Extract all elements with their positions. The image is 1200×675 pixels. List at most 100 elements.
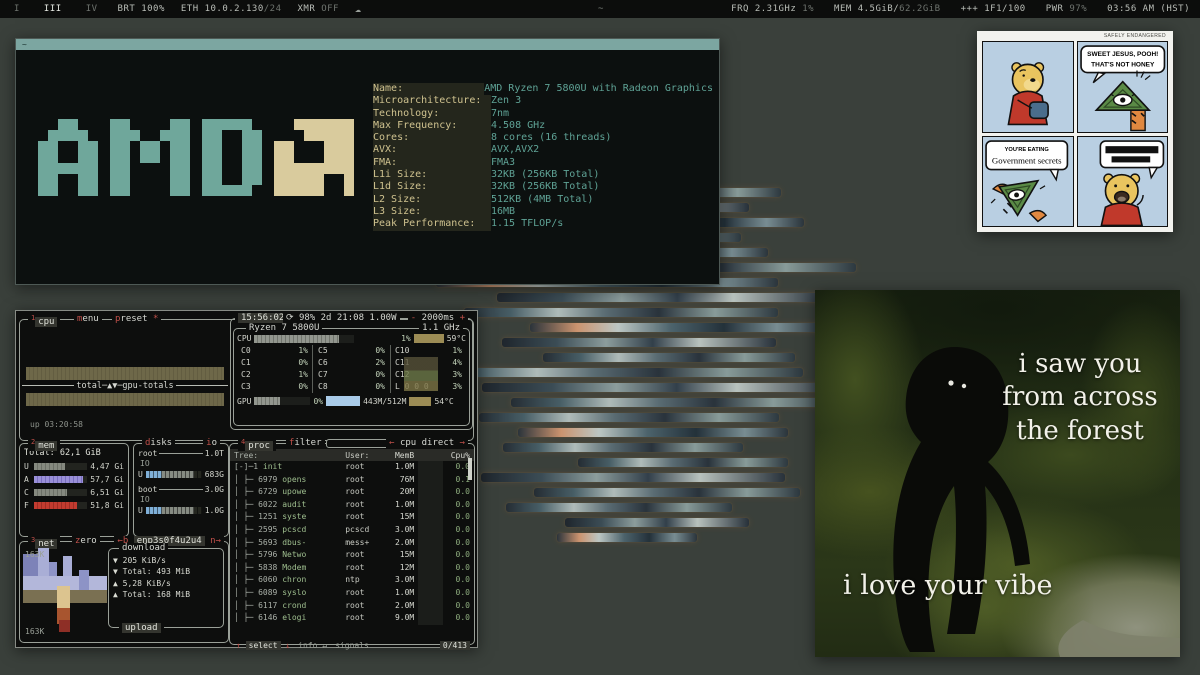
mem-row-key: F — [24, 501, 31, 510]
net-stat-row: ▲ 5,28 KiB/s — [109, 576, 223, 588]
cpu-usage-bar — [254, 335, 354, 343]
net-zero-button[interactable]: zero — [72, 536, 100, 546]
process-mem: 12M — [382, 562, 415, 575]
filter-button[interactable]: filter — [286, 438, 325, 448]
process-row[interactable]: │ ├─ 1251 syste root 15M 0.0 — [230, 511, 474, 524]
process-row[interactable]: │ ├─ 6022 audit root 1.0M 0.0 — [230, 499, 474, 512]
core-pct: 1% — [452, 345, 462, 357]
glitch-strip — [482, 383, 836, 392]
workspace-3[interactable]: III — [40, 4, 66, 14]
preset-button[interactable]: preset * — [112, 314, 161, 324]
core-cell: C3 0% — [236, 381, 313, 393]
workspace-4[interactable]: IV — [82, 4, 102, 14]
gpu-usage-bar — [254, 397, 310, 405]
status-bar: I III IV BRT 100% ETH 10.0.2.130/24 XMR … — [0, 0, 1200, 18]
process-cpu: 0.0 — [443, 587, 470, 600]
process-tree: │ ├─ 6117 — [234, 601, 277, 610]
cpu-temp-graph — [414, 334, 444, 343]
process-cpu: 0.1 — [443, 474, 470, 487]
cpu-model-label: Ryzen 7 5800U — [246, 323, 322, 333]
process-row[interactable]: │ ├─ 6117 crond root 2.0M 0.0 — [230, 600, 474, 613]
core-pct: 4% — [452, 357, 462, 369]
process-user: root — [345, 461, 381, 474]
mem-row: C 6,51 Gi — [20, 486, 128, 499]
menu-button[interactable]: menu — [74, 314, 102, 324]
net-stat-row: ▼ Total: 493 MiB — [109, 565, 223, 577]
process-row[interactable]: │ ├─ 5796 Netwo root 15M 0.0 — [230, 549, 474, 562]
spec-value: 1.15 TFLOP/s — [491, 218, 563, 230]
process-name: audit — [282, 500, 306, 509]
signals-control[interactable]: signals — [335, 641, 369, 650]
core-cell: C2 1% — [236, 369, 313, 381]
core-label: C10 — [395, 345, 409, 357]
ascii-glyph — [202, 119, 262, 196]
process-cpu: 0.0 — [443, 549, 470, 562]
pooh-comic-image: SAFELY ENDANGERED SWEET JESUS, POOH! — [977, 31, 1173, 232]
disk-bar — [146, 507, 202, 514]
process-row[interactable]: │ ├─ 6729 upowe root 20M 0.0 — [230, 486, 474, 499]
process-row[interactable]: │ ├─ 5838 Modem root 12M 0.0 — [230, 562, 474, 575]
spec-label: Name: — [373, 83, 484, 95]
tab-cpu[interactable]: 1cpu — [28, 314, 60, 327]
mem-row: A 57,7 Gi — [20, 473, 128, 486]
core-label: C7 — [318, 369, 328, 381]
select-control[interactable]: ↑ select ↓ — [236, 641, 290, 650]
glitch-strip — [511, 398, 838, 407]
spec-label: Technology: — [373, 108, 491, 120]
cpu-row-label: CPU — [237, 334, 251, 343]
interval-plus-button[interactable]: + — [460, 313, 465, 323]
interval-minus-button[interactable]: - — [411, 313, 416, 323]
info-control[interactable]: info ↵ — [298, 641, 327, 650]
net-stats-panel: download ▼ 205 KiB/s▼ Total: 493 MiB▲ 5,… — [108, 548, 224, 628]
process-row[interactable]: [-]─1 init root 1.0M 0.0 — [230, 461, 474, 474]
tab-disks[interactable]: disks — [142, 438, 175, 448]
process-tree: │ ├─ 5693 — [234, 538, 277, 547]
terminal-titlebar[interactable]: ~ — [16, 39, 719, 50]
core-cell: C5 0% — [313, 345, 390, 357]
process-scrollbar[interactable] — [468, 458, 472, 480]
core-label: C0 — [241, 345, 251, 357]
process-name: crond — [282, 601, 306, 610]
window-title-indicator: ~ — [598, 4, 604, 14]
cpu-detail-panel: 15:56:02 ⟳ 98% 2d 21:08 1.00W - 2000ms +… — [230, 318, 473, 430]
spec-value: 32KB (256KB Total) — [491, 181, 599, 193]
vram-graph — [326, 396, 360, 406]
updates-module: +++ 1F1/100 — [961, 4, 1026, 14]
spec-label: L3 Size: — [373, 206, 491, 218]
workspace-1[interactable]: I — [10, 4, 24, 14]
process-box: 4proc filter ← cpu direct → Tree: User: … — [229, 443, 475, 645]
core-pct: 0% — [375, 381, 385, 393]
spec-value: 32KB (256KB Total) — [491, 169, 599, 181]
gpu-pct: 0% — [313, 397, 323, 406]
process-row[interactable]: │ ├─ 2595 pcscd pcscd 3.0M 0.0 — [230, 524, 474, 537]
process-name: chron — [282, 575, 306, 584]
process-user: root — [345, 486, 381, 499]
mem-row: F 51,8 Gi — [20, 499, 128, 512]
spec-row: Technology: 7nm — [373, 108, 713, 120]
process-user: root — [345, 562, 381, 575]
process-user: root — [345, 612, 381, 625]
process-mem: 1.0M — [382, 461, 415, 474]
process-name: dbus- — [282, 538, 306, 547]
tab-io[interactable]: io — [203, 438, 220, 448]
tab-proc[interactable]: 4proc — [238, 438, 276, 451]
process-tree: │ ├─ 6089 — [234, 588, 277, 597]
process-tree: │ ├─ 5838 — [234, 563, 277, 572]
process-row[interactable]: │ ├─ 5693 dbus- mess+ 2.0M 0.0 — [230, 537, 474, 550]
process-row[interactable]: │ ├─ 6060 chron ntp 3.0M 0.0 — [230, 574, 474, 587]
core-label: C8 — [318, 381, 328, 393]
process-mem: 20M — [382, 486, 415, 499]
svg-text:Government secrets: Government secrets — [992, 155, 1062, 165]
process-cpu: 0.0 — [443, 537, 470, 550]
gpu-row-label: GPU — [237, 397, 251, 406]
glitch-strip — [534, 488, 799, 497]
sort-direction[interactable]: ← cpu direct → — [386, 438, 468, 448]
process-row[interactable]: │ ├─ 6146 elogi root 9.0M 0.0 — [230, 612, 474, 625]
core-pct: 3% — [452, 381, 462, 393]
process-row[interactable]: │ ├─ 6089 syslo root 1.0M 0.0 — [230, 587, 474, 600]
tab-mem[interactable]: 2mem — [28, 438, 60, 451]
cpu-temp: 59°C — [447, 334, 466, 343]
process-name: pcscd — [282, 525, 306, 534]
process-row[interactable]: │ ├─ 6979 opens root 76M 0.1 — [230, 474, 474, 487]
spec-label: Microarchitecture: — [373, 95, 491, 107]
